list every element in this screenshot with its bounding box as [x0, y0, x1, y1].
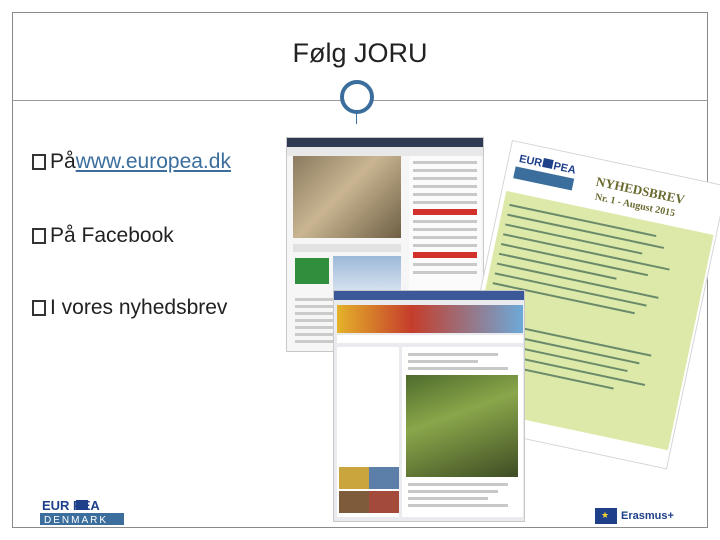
facebook-top-bar — [334, 291, 524, 300]
bullet-newsletter-text: I vores nyhedsbrev — [50, 296, 228, 319]
eu-flag-icon — [595, 508, 617, 524]
website-logo-strip — [287, 147, 483, 156]
website-section-bar — [293, 244, 401, 252]
checkbox-bullet-icon — [32, 228, 46, 244]
bullet-website: På www.europea.dk — [32, 150, 231, 174]
website-nav-bar — [287, 138, 483, 147]
bullet-newsletter: I vores nyhedsbrev — [32, 296, 227, 320]
facebook-cover-photo — [337, 305, 523, 333]
checkbox-bullet-icon — [32, 154, 46, 170]
logo-text-top: EUR PEA — [42, 498, 100, 513]
europea-logo-icon: EUR PEA — [513, 150, 578, 191]
logo-text-bottom: DENMARK — [44, 515, 108, 526]
bullet-website-prefix: På — [50, 150, 76, 173]
erasmus-logo: Erasmus+ — [595, 506, 695, 526]
europea-denmark-logo-icon: EUR PEA DENMARK — [40, 498, 124, 526]
facebook-post — [402, 347, 523, 517]
facebook-tabs — [337, 335, 523, 343]
ornament-stem — [356, 114, 357, 124]
erasmus-logo-text: Erasmus+ — [621, 510, 674, 522]
facebook-post-photo — [406, 375, 518, 477]
website-link[interactable]: www.europea.dk — [76, 150, 231, 174]
website-plane-photo — [333, 256, 401, 292]
website-hero-photo — [293, 156, 401, 238]
bullet-facebook-text: På Facebook — [50, 224, 174, 247]
slide-title: Følg JORU — [292, 38, 428, 68]
facebook-left-column — [337, 347, 399, 517]
checkbox-bullet-icon — [32, 300, 46, 316]
website-green-tile — [295, 258, 329, 284]
facebook-screenshot — [333, 290, 525, 522]
bullet-facebook: På Facebook — [32, 224, 174, 248]
circle-ornament-icon — [340, 80, 374, 114]
